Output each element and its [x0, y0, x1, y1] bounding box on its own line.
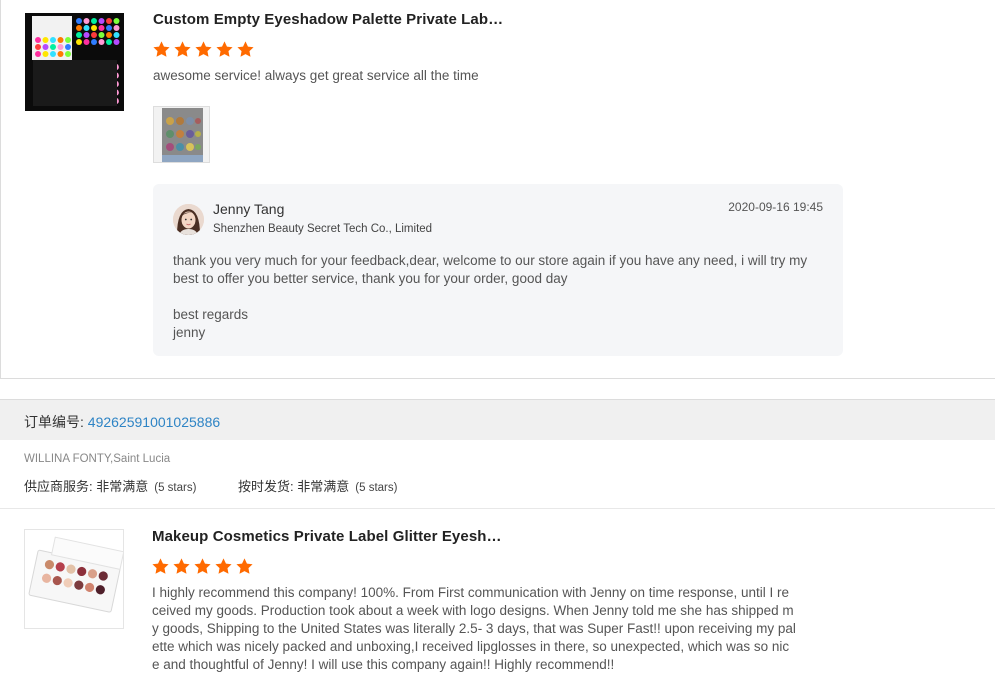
palette-pan — [65, 44, 71, 50]
palette-pan — [83, 32, 90, 38]
comment-line: I highly recommend this company! 100%. F… — [152, 585, 790, 600]
palette-pan — [98, 25, 105, 31]
palette-pan — [57, 51, 64, 57]
comment-line: y goods, Shipping to the United States w… — [152, 621, 796, 636]
reply-author-name: Jenny Tang — [213, 201, 285, 217]
star-icon — [174, 41, 191, 57]
star-icon — [194, 558, 211, 574]
product-title[interactable]: Custom Empty Eyeshadow Palette Private L… — [153, 11, 503, 28]
reply-text: thank you very much for your feedback,de… — [173, 253, 808, 286]
palette-pan — [113, 25, 120, 31]
review-photo-image — [154, 107, 209, 162]
palette-pan — [57, 37, 64, 43]
reply-timestamp: 2020-09-16 19:45 — [728, 200, 823, 214]
palette-pan — [76, 32, 82, 38]
star-icon — [152, 558, 169, 574]
star-icon — [173, 558, 190, 574]
palette-pan — [106, 39, 112, 45]
review-photo[interactable] — [153, 106, 210, 163]
palette-pan — [35, 51, 41, 57]
star-icon — [237, 41, 254, 57]
palette-pan — [98, 39, 105, 45]
rating-stars — [152, 40, 255, 59]
reply-signature: best regards jenny — [173, 306, 248, 342]
palette-pan — [113, 32, 120, 38]
palette-pan — [113, 39, 120, 45]
palette-pan — [42, 51, 49, 57]
review-comment: awesome service! always get great servic… — [153, 68, 479, 83]
reply-company-name: Shenzhen Beauty Secret Tech Co., Limited — [213, 223, 433, 235]
order-number-label: 订单编号: — [24, 414, 88, 430]
palette-pan — [91, 39, 97, 45]
comment-line: e and thoughtful of Jenny! I will use th… — [152, 657, 615, 672]
palette-pan — [65, 51, 71, 57]
supplier-service-label: 供应商服务: — [24, 479, 97, 494]
palette-pan — [91, 18, 97, 24]
palette-pan — [106, 32, 112, 38]
order-number-row: 订单编号: 49262591001025886 — [24, 412, 220, 432]
buyer-name: WILLINA FONTY,Saint Lucia — [24, 453, 171, 465]
palette-pan — [83, 39, 90, 45]
comment-line: ette which was nicely packed and unboxin… — [152, 639, 790, 654]
order-number-link[interactable]: 49262591001025886 — [88, 414, 220, 430]
palette-pan — [65, 37, 71, 43]
star-icon — [215, 558, 232, 574]
review-card-1: Custom Empty Eyeshadow Palette Private L… — [0, 0, 995, 379]
product-thumbnail-2[interactable] — [24, 529, 124, 629]
palette-pan — [91, 25, 97, 31]
product-title-2[interactable]: Makeup Cosmetics Private Label Glitter E… — [152, 528, 502, 545]
reply-signature-line: best regards — [173, 307, 249, 322]
product-thumbnail[interactable] — [25, 13, 124, 111]
palette-pan — [113, 18, 120, 24]
avatar-image — [173, 204, 204, 235]
palette-pan — [50, 37, 56, 43]
service-ratings: 供应商服务: 非常满意 (5 stars) 按时发货: 非常满意 (5 stars) — [24, 476, 397, 495]
palette-pan — [76, 39, 82, 45]
reply-signature-name: jenny — [173, 325, 206, 340]
palette-pan — [106, 25, 112, 31]
star-icon — [236, 558, 253, 574]
supplier-service-stars: (5 stars) — [154, 482, 197, 494]
palette-pan — [91, 32, 97, 38]
palette-pan — [83, 25, 90, 31]
avatar — [173, 204, 204, 235]
on-time-stars: (5 stars) — [355, 482, 398, 494]
palette-pan — [98, 18, 105, 24]
palette-pan — [83, 18, 90, 24]
on-time-value: 非常满意 — [297, 479, 350, 494]
eyeshadow-palette-image — [25, 13, 124, 111]
review-comment-2: I highly recommend this company! 100%. F… — [152, 584, 812, 674]
comment-line: ceived my goods. Production took about a… — [152, 603, 794, 618]
palette-pan — [76, 18, 82, 24]
palette-pan — [35, 44, 41, 50]
supplier-service-value: 非常满意 — [96, 479, 149, 494]
divider — [0, 508, 995, 509]
on-time-label: 按时发货: — [238, 479, 298, 494]
glitter-palette-image — [25, 530, 123, 628]
palette-pan — [98, 32, 105, 38]
seller-reply: Jenny Tang Shenzhen Beauty Secret Tech C… — [153, 184, 843, 356]
palette-pan — [50, 44, 56, 50]
rating-stars-2 — [151, 557, 254, 576]
palette-pan — [42, 37, 49, 43]
palette-pan — [57, 44, 64, 50]
star-icon — [195, 41, 212, 57]
star-icon — [216, 41, 233, 57]
palette-pan — [42, 44, 49, 50]
star-icon — [153, 41, 170, 57]
palette-pan — [76, 25, 82, 31]
palette-pan — [106, 18, 112, 24]
palette-pan — [50, 51, 56, 57]
order-header: 订单编号: 49262591001025886 — [0, 399, 995, 440]
palette-pan — [35, 37, 41, 43]
